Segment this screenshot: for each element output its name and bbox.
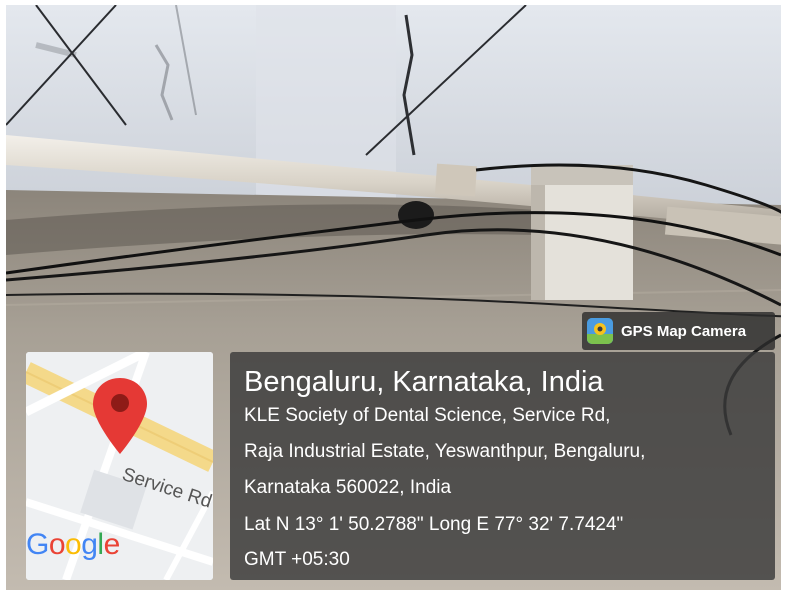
coordinates-text: Lat N 13° 1' 50.2788" Long E 77° 32' 7.7…: [244, 514, 624, 535]
location-map-thumbnail: Service Rd Google: [26, 352, 213, 580]
timezone-text: GMT +05:30: [244, 549, 350, 570]
address-line-1: KLE Society of Dental Science, Service R…: [244, 405, 611, 426]
google-logo-letter: o: [48, 528, 66, 561]
google-logo-letter: g: [81, 528, 98, 561]
location-title: Bengaluru, Karnataka, India: [244, 366, 604, 398]
photo-frame: GPS Map Camera Service Rd Google Bengalu…: [0, 0, 787, 594]
location-info-panel: Bengaluru, Karnataka, India KLE Society …: [230, 352, 775, 580]
google-logo-letter: e: [103, 528, 121, 561]
gps-map-camera-app-icon: [587, 318, 613, 344]
address-line-2: Raja Industrial Estate, Yeswanthpur, Ben…: [244, 441, 646, 462]
address-line-3: Karnataka 560022, India: [244, 477, 452, 498]
google-logo: Google: [26, 528, 120, 562]
badge-label: GPS Map Camera: [621, 322, 747, 340]
location-pin-icon: [93, 378, 147, 454]
google-logo-letter: o: [65, 528, 82, 561]
gps-map-camera-badge: GPS Map Camera: [582, 312, 775, 350]
google-logo-letter: G: [26, 528, 49, 561]
